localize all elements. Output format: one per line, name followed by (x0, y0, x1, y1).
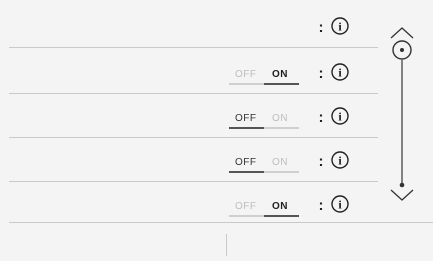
more-options-button[interactable]: : (316, 65, 326, 83)
target-circle-icon[interactable] (392, 40, 412, 60)
on-off-toggle[interactable]: OFF ON (229, 157, 299, 177)
toggle-on-indicator (264, 83, 299, 85)
svg-text:i: i (338, 198, 342, 212)
toggle-off-label: OFF (235, 113, 257, 124)
info-icon[interactable]: i (331, 195, 349, 213)
on-off-toggle[interactable]: OFF ON (229, 69, 299, 89)
toggle-off-label: OFF (235, 69, 257, 80)
toggle-on-indicator (264, 171, 299, 173)
svg-text:i: i (338, 66, 342, 80)
footer-divider (9, 222, 433, 223)
toggle-on-indicator (264, 215, 299, 217)
toggle-on-label: ON (272, 69, 288, 80)
toggle-off-label: OFF (235, 201, 257, 212)
info-icon[interactable]: i (331, 17, 349, 35)
info-icon[interactable]: i (331, 107, 349, 125)
footer-column-divider (226, 234, 227, 256)
more-options-button[interactable]: : (316, 197, 326, 215)
chevron-up-icon[interactable] (390, 27, 414, 39)
svg-text:i: i (338, 154, 342, 168)
info-icon[interactable]: i (331, 151, 349, 169)
toggle-on-label: ON (272, 113, 288, 124)
toggle-off-indicator (229, 127, 264, 129)
list-item: OFF ON : i (9, 50, 378, 94)
toggle-off-indicator (229, 171, 264, 173)
list-item: : i (9, 4, 378, 48)
list-item: OFF ON : i (9, 182, 378, 226)
on-off-toggle[interactable]: OFF ON (229, 201, 299, 221)
vertical-scrollbar[interactable] (385, 24, 419, 204)
settings-list-panel: : i OFF ON : i OFF ON: i OFF ON: i OFF… (9, 4, 433, 260)
info-icon[interactable]: i (331, 63, 349, 81)
more-options-button[interactable]: : (316, 19, 326, 37)
svg-text:i: i (338, 20, 342, 34)
chevron-down-icon[interactable] (390, 189, 414, 201)
list-item: OFF ON : i (9, 94, 378, 138)
toggle-off-label: OFF (235, 157, 257, 168)
row-divider (9, 47, 378, 48)
toggle-on-indicator (264, 127, 299, 129)
toggle-off-indicator (229, 83, 264, 85)
on-off-toggle[interactable]: OFF ON (229, 113, 299, 133)
toggle-on-label: ON (272, 157, 288, 168)
toggle-off-indicator (229, 215, 264, 217)
list-item: OFF ON : i (9, 138, 378, 182)
more-options-button[interactable]: : (316, 109, 326, 127)
svg-text:i: i (338, 110, 342, 124)
toggle-on-label: ON (272, 201, 288, 212)
scroll-end-dot (399, 182, 405, 188)
more-options-button[interactable]: : (316, 153, 326, 171)
